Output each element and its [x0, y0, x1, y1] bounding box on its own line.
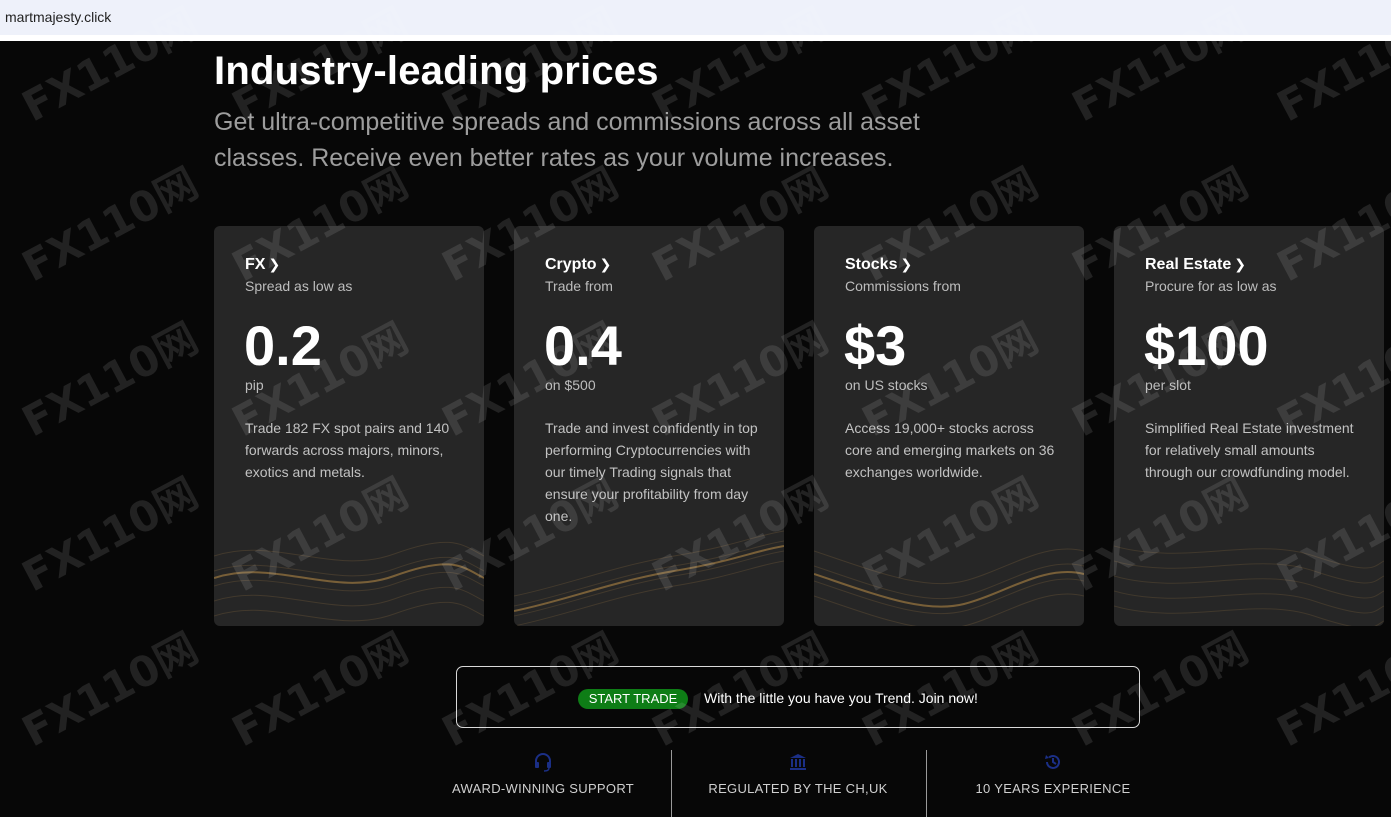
pricing-card-stocks: Stocks ❯ Commissions from $3 on US stocks… [814, 226, 1084, 626]
headset-icon [535, 753, 551, 772]
join-banner: START TRADE With the little you have you… [456, 666, 1140, 728]
card-value: 0.4 [544, 314, 622, 377]
chevron-right-icon: ❯ [268, 256, 281, 272]
card-unit: per slot [1145, 377, 1191, 393]
pricing-card-fx: FX ❯ Spread as low as 0.2 pip Trade 182 F… [214, 226, 484, 626]
join-message: With the little you have you Trend. Join… [704, 690, 978, 706]
feature-divider [671, 750, 672, 817]
card-caption: Commissions from [845, 278, 961, 294]
browser-address-bar[interactable]: martmajesty.click [0, 0, 1391, 36]
card-title: Crypto [545, 256, 597, 273]
feature-divider [926, 750, 927, 817]
card-title: FX [245, 256, 266, 273]
card-caption: Spread as low as [245, 278, 353, 294]
start-trade-button[interactable]: START TRADE [578, 689, 688, 709]
wave-decoration [214, 541, 484, 622]
feature-experience: 10 YEARS EXPERIENCE [953, 752, 1153, 798]
card-link-stocks[interactable]: Stocks ❯ [845, 256, 912, 274]
card-title: Stocks [845, 256, 898, 273]
wave-decoration [814, 548, 1084, 626]
card-description: Trade and invest confidently in top perf… [545, 420, 758, 524]
bank-icon [790, 754, 806, 770]
card-unit: on $500 [545, 377, 596, 393]
feature-support: AWARD-WINNING SUPPORT [443, 752, 643, 798]
card-title: Real Estate [1145, 256, 1232, 273]
feature-label: REGULATED BY THE CH,UK [708, 781, 888, 796]
card-description: Simplified Real Estate investment for re… [1145, 420, 1354, 480]
card-link-fx[interactable]: FX ❯ [245, 256, 280, 274]
page-title: Industry-leading prices [214, 49, 659, 93]
chevron-right-icon: ❯ [900, 256, 913, 272]
card-link-real-estate[interactable]: Real Estate ❯ [1145, 256, 1246, 274]
chevron-right-icon: ❯ [1234, 256, 1246, 272]
card-value: $3 [844, 314, 907, 377]
card-caption: Procure for as low as [1145, 278, 1277, 294]
card-unit: on US stocks [845, 377, 928, 393]
card-caption: Trade from [545, 278, 613, 294]
wave-decoration [1114, 545, 1384, 626]
chevron-right-icon: ❯ [599, 256, 612, 272]
page-subtitle: Get ultra-competitive spreads and commis… [214, 108, 920, 172]
wave-decoration [514, 530, 784, 626]
card-unit: pip [245, 377, 264, 393]
url-text: martmajesty.click [5, 9, 112, 25]
card-description: Access 19,000+ stocks across core and em… [845, 420, 1055, 480]
card-value: $100 [1144, 314, 1269, 377]
pricing-card-crypto: Crypto ❯ Trade from 0.4 on $500 Trade and… [514, 226, 784, 626]
feature-label: AWARD-WINNING SUPPORT [451, 781, 635, 796]
card-link-crypto[interactable]: Crypto ❯ [545, 256, 611, 274]
card-description: Trade 182 FX spot pairs and 140 forwards… [245, 420, 450, 480]
feature-regulated: REGULATED BY THE CH,UK [698, 752, 898, 798]
card-value: 0.2 [244, 314, 322, 377]
pricing-card-real-estate: Real Estate ❯ Procure for as low as $100 … [1114, 226, 1384, 626]
feature-label: 10 YEARS EXPERIENCE [975, 781, 1131, 796]
history-icon [1045, 754, 1060, 769]
